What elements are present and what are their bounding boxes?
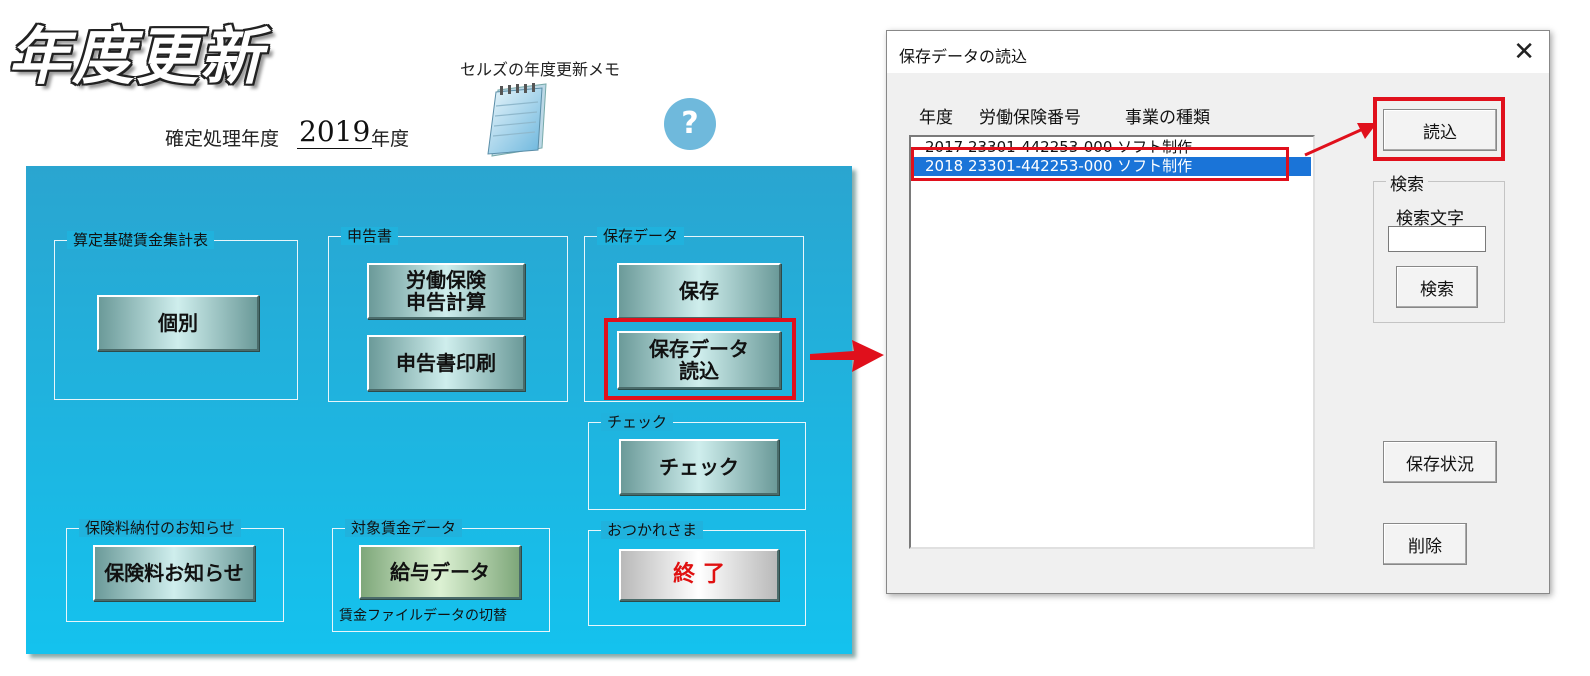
group-label: 保存データ <box>597 227 685 245</box>
group-declaration: 申告書 労働保険 申告計算 申告書印刷 <box>328 227 568 402</box>
year-unit: 年度 <box>371 128 410 150</box>
dialog-titlebar: 保存データの読込 ✕ <box>887 31 1549 73</box>
group-label: おつかれさま <box>601 521 704 539</box>
wage-data-button[interactable]: 給与データ <box>359 545 521 599</box>
wage-data-note: 賃金ファイルデータの切替 <box>339 608 507 624</box>
group-label: 保険料納付のお知らせ <box>79 519 241 537</box>
group-label: チェック <box>601 413 674 431</box>
load-saved-data-dialog: 保存データの読込 ✕ 年度 労働保険番号 事業の種類 2017 23301-44… <box>886 30 1550 594</box>
search-input[interactable] <box>1388 226 1486 252</box>
search-button[interactable]: 検索 <box>1396 266 1478 308</box>
column-header-insurance-number: 労働保険番号 <box>979 108 1081 128</box>
group-wage-summary: 算定基礎賃金集計表 個別 <box>54 231 298 400</box>
save-status-button[interactable]: 保存状況 <box>1383 441 1497 483</box>
search-group-label: 検索 <box>1386 170 1428 195</box>
help-icon[interactable]: ? <box>664 98 716 150</box>
search-group: 検索 検索文字 検索 <box>1373 170 1505 323</box>
group-label: 対象賃金データ <box>345 519 463 537</box>
notice-button[interactable]: 保険料お知らせ <box>93 545 255 601</box>
memo-label: セルズの年度更新メモ <box>460 60 621 79</box>
highlight-box <box>911 147 1289 181</box>
print-declaration-button[interactable]: 申告書印刷 <box>367 335 525 391</box>
column-header-business-type: 事業の種類 <box>1125 108 1210 128</box>
main-panel: 算定基礎賃金集計表 個別 申告書 労働保険 申告計算 申告書印刷 保存データ 保… <box>26 166 852 654</box>
year-value[interactable]: 2019 <box>297 116 373 149</box>
app-title: 年度更新 <box>8 20 265 93</box>
group-check: チェック チェック <box>588 413 806 510</box>
delete-button[interactable]: 削除 <box>1383 523 1467 565</box>
year-label: 確定処理年度 <box>165 128 280 150</box>
calc-declaration-button[interactable]: 労働保険 申告計算 <box>367 263 525 319</box>
notepad-icon[interactable] <box>484 82 550 158</box>
column-header-year: 年度 <box>919 108 953 128</box>
group-notice: 保険料納付のお知らせ 保険料お知らせ <box>66 519 284 622</box>
group-finish: おつかれさま 終 了 <box>588 521 806 626</box>
group-label: 算定基礎賃金集計表 <box>67 231 215 249</box>
exit-button[interactable]: 終 了 <box>619 549 779 601</box>
check-button[interactable]: チェック <box>619 439 779 495</box>
red-arrow-icon <box>810 336 886 376</box>
individual-button[interactable]: 個別 <box>97 295 259 351</box>
group-wage-data: 対象賃金データ 給与データ 賃金ファイルデータの切替 <box>332 519 550 632</box>
save-button[interactable]: 保存 <box>617 263 781 319</box>
group-label: 申告書 <box>341 227 399 245</box>
highlight-box <box>604 318 796 400</box>
red-arrow-icon <box>1301 119 1381 159</box>
highlight-box <box>1373 97 1505 161</box>
dialog-title: 保存データの読込 <box>899 47 1028 66</box>
close-icon[interactable]: ✕ <box>1513 37 1535 67</box>
saved-data-list[interactable]: 2017 23301-442253-000 ソフト制作 2018 23301-4… <box>909 135 1315 549</box>
